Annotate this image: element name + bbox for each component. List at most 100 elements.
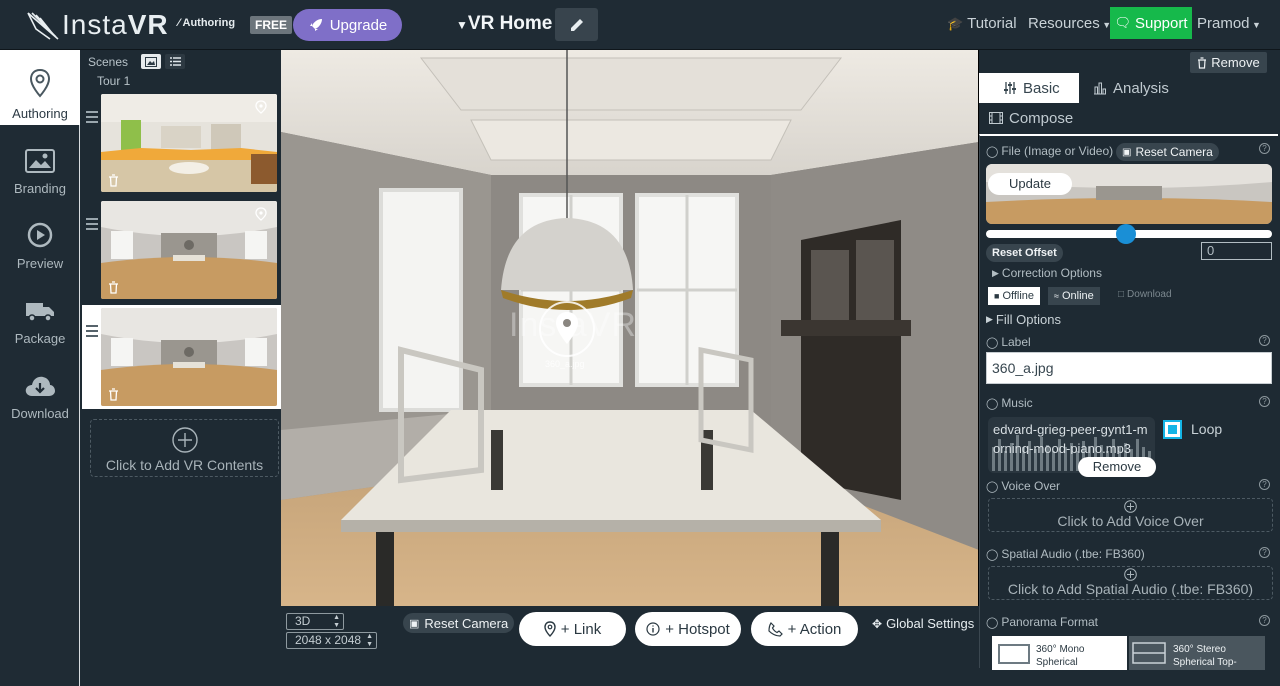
instavr-logo[interactable]: InstaVR [26, 9, 169, 41]
nav-authoring[interactable]: Authoring [0, 50, 80, 125]
list-view-toggle[interactable] [165, 54, 185, 69]
check-circle-icon: ◯ [986, 336, 999, 349]
drag-handle-icon[interactable] [86, 325, 98, 340]
check-circle-icon: ◯ [986, 397, 999, 410]
project-title[interactable]: ▼VR Home [456, 13, 552, 35]
spinner-icon: ▲ ▼ [333, 614, 340, 629]
bar-chart-icon [1094, 82, 1106, 94]
check-circle-icon: ◯ [986, 548, 999, 561]
scene-item[interactable] [82, 91, 281, 195]
sliders-icon [1004, 82, 1016, 94]
loop-checkbox[interactable] [1163, 420, 1182, 439]
help-icon[interactable]: ? [1259, 143, 1270, 154]
upgrade-button[interactable]: Upgrade [293, 9, 402, 41]
spatial-audio-section-label: ◯ Spatial Audio (.tbe: FB360) [986, 547, 1145, 561]
panorama-viewer[interactable]: InstaVR 360_a.jpg [281, 50, 979, 606]
scene-item-selected[interactable] [82, 305, 281, 409]
add-hotspot-button[interactable]: + Hotspot [635, 612, 741, 646]
wifi-icon: ≈ [1054, 291, 1059, 301]
tutorial-link[interactable]: 🎓 Tutorial [947, 15, 1017, 32]
tab-compose[interactable]: Compose [965, 103, 1085, 133]
plan-badge: FREE [250, 16, 293, 34]
nav-download[interactable]: Download [0, 350, 80, 425]
reset-camera-button[interactable]: ▣ Reset Camera [403, 613, 515, 633]
top-bar: InstaVR ⁄ Authoring FREE Upgrade ▼VR Hom… [0, 0, 1280, 50]
scene-thumbnail[interactable] [101, 94, 277, 192]
scene-thumbnail[interactable] [101, 308, 277, 406]
play-circle-icon [27, 222, 53, 248]
correction-options-toggle[interactable]: ▶ Correction Options [992, 266, 1102, 280]
nav-branding[interactable]: Branding [0, 125, 80, 200]
help-icon[interactable]: ? [1259, 547, 1270, 558]
brand-name: InstaVR [62, 9, 169, 40]
scene-thumbnail[interactable] [101, 201, 277, 299]
slider-knob[interactable] [1116, 224, 1137, 244]
resources-menu[interactable]: Resources ▼ [1028, 15, 1111, 32]
reset-camera-button[interactable]: ▣ Reset Camera [1116, 143, 1219, 161]
scene-hotspot[interactable] [539, 301, 595, 357]
tab-basic[interactable]: Basic [979, 73, 1079, 103]
reset-offset-button[interactable]: Reset Offset [986, 244, 1063, 262]
list-icon [169, 57, 181, 66]
online-button[interactable]: ≈ Online [1048, 287, 1100, 305]
edit-project-button[interactable] [555, 8, 598, 41]
download-button[interactable]: □ Download [1118, 289, 1172, 300]
format-stereo-option[interactable]: 360° Stereo Spherical Top- [1129, 636, 1265, 670]
mono-format-icon [998, 644, 1030, 664]
main-nav: Authoring Branding Preview Package Downl… [0, 50, 80, 686]
properties-panel: Remove Basic Analysis Compose ◯ File (Ima… [979, 50, 1280, 670]
support-button[interactable]: 🗨 Support [1110, 7, 1192, 39]
add-link-button[interactable]: + Link [519, 612, 626, 646]
check-circle-icon: ◯ [986, 145, 999, 158]
mode-select[interactable]: 3D ▲ ▼ [286, 613, 344, 630]
image-icon [145, 56, 157, 67]
help-icon[interactable]: ? [1259, 479, 1270, 490]
stereo-format-icon [1132, 642, 1166, 664]
scene-item[interactable] [82, 198, 281, 302]
remove-music-button[interactable]: Remove [1078, 457, 1156, 477]
rocket-icon [309, 19, 322, 31]
user-menu[interactable]: Pramod ▼ [1197, 15, 1261, 32]
drag-handle-icon[interactable] [86, 218, 98, 233]
panorama-format-section-label: ◯ Panorama Format [986, 615, 1099, 629]
scenes-header: Scenes [88, 55, 129, 69]
caret-down-icon: ▼ [456, 18, 468, 32]
tab-analysis[interactable]: Analysis [1069, 73, 1179, 103]
trash-icon[interactable] [108, 174, 119, 187]
map-pin-icon [255, 207, 267, 221]
global-settings-button[interactable]: ✥ Global Settings [872, 616, 974, 631]
loop-label: Loop [1191, 421, 1223, 437]
resolution-select[interactable]: 2048 x 2048 ▲ ▼ [286, 632, 377, 649]
voice-over-section-label: ◯ Voice Over [986, 479, 1061, 493]
nav-preview[interactable]: Preview [0, 200, 80, 275]
plus-circle-icon [1124, 568, 1137, 581]
map-pin-icon [29, 68, 51, 98]
info-circle-icon [646, 622, 660, 636]
help-icon[interactable]: ? [1259, 396, 1270, 407]
trash-icon[interactable] [108, 281, 119, 294]
nav-package[interactable]: Package [0, 275, 80, 350]
basic-settings: ◯ File (Image or Video) ▣ Reset Camera ? U… [979, 134, 1278, 670]
help-icon[interactable]: ? [1259, 615, 1270, 626]
update-file-button[interactable]: Update [988, 173, 1072, 195]
music-section-label: ◯ Music [986, 396, 1033, 410]
add-voice-over-button[interactable]: Click to Add Voice Over [988, 498, 1273, 532]
plus-circle-icon [1124, 500, 1137, 513]
offline-button[interactable]: ■ Offline [988, 287, 1041, 305]
fill-options-toggle[interactable]: ▶ Fill Options [986, 312, 1061, 327]
video-camera-icon: ▣ [1122, 146, 1132, 158]
label-input[interactable]: 360_a.jpg [986, 352, 1272, 384]
offset-input[interactable]: 0 [1201, 242, 1272, 260]
offset-slider[interactable] [986, 224, 1272, 244]
help-icon[interactable]: ? [1259, 335, 1270, 346]
remove-scene-button[interactable]: Remove [1190, 52, 1267, 73]
format-mono-option[interactable]: 360° Mono Spherical [992, 636, 1127, 670]
drag-handle-icon[interactable] [86, 111, 98, 126]
add-vr-contents-button[interactable]: Click to Add VR Contents [90, 419, 279, 477]
add-action-button[interactable]: + Action [751, 612, 858, 646]
caret-right-icon: ▶ [986, 314, 993, 324]
check-circle-icon: ◯ [986, 616, 999, 629]
add-spatial-audio-button[interactable]: Click to Add Spatial Audio (.tbe: FB360) [988, 566, 1273, 600]
trash-icon[interactable] [108, 388, 119, 401]
thumbnail-view-toggle[interactable] [141, 54, 161, 69]
